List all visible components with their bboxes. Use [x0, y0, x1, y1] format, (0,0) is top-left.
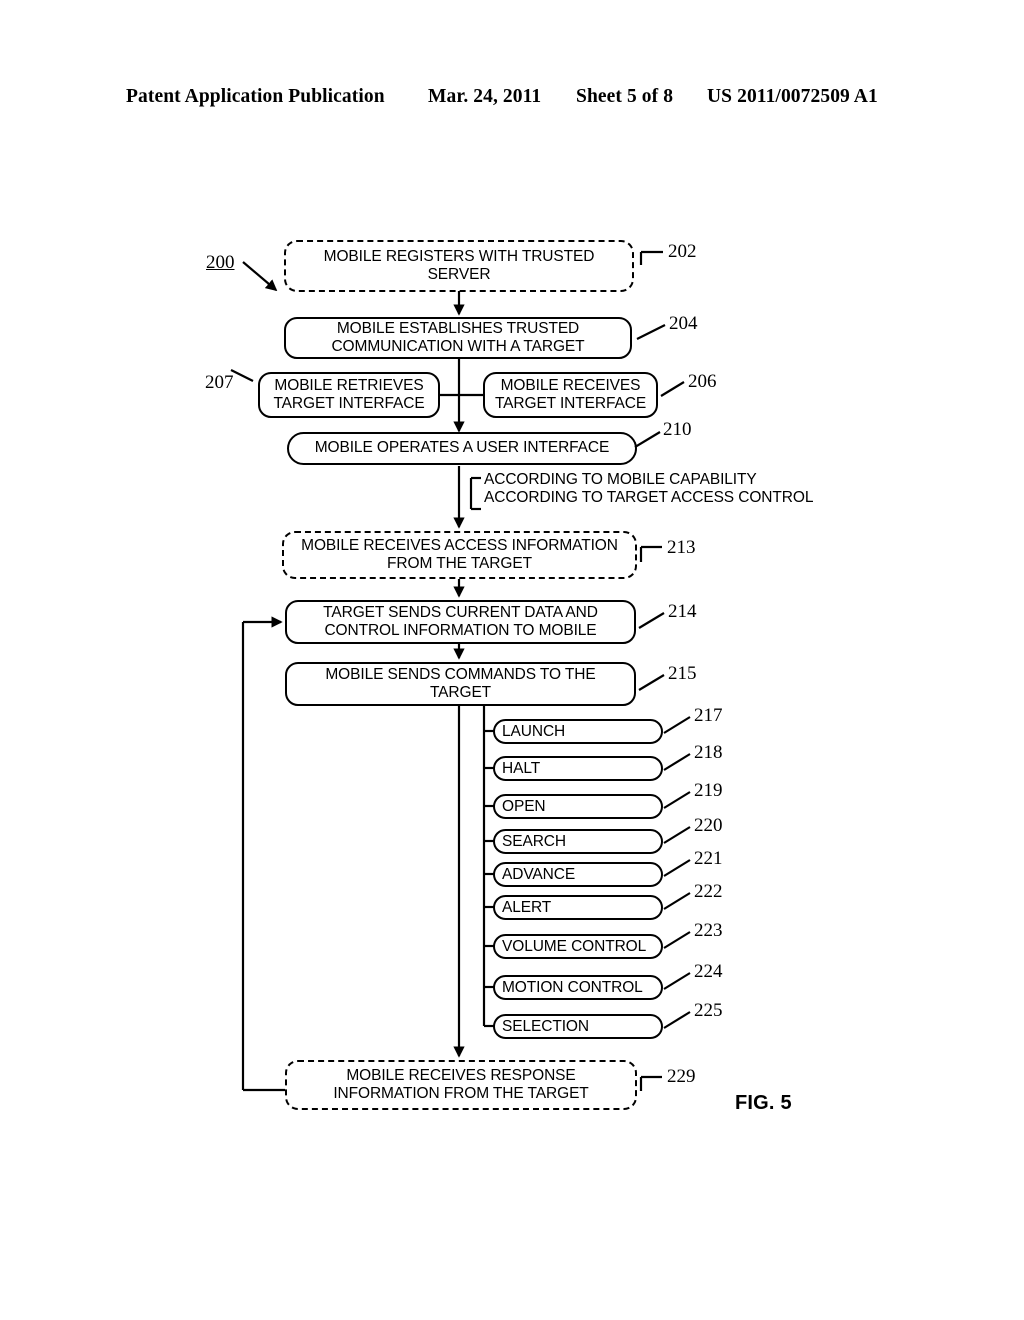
command-ref-220: 220: [694, 815, 723, 836]
command-ref-222: 222: [694, 881, 723, 902]
flow-ref-214: 214: [668, 601, 697, 622]
command-ref-219: 219: [694, 780, 723, 801]
figure-caption: FIG. 5: [735, 1092, 792, 1114]
command-ref-218: 218: [694, 742, 723, 763]
command-ref-221: 221: [694, 848, 723, 869]
command-pill-advance-label: ADVANCE: [502, 865, 576, 883]
flow-node-214: TARGET SENDS CURRENT DATA AND CONTROL IN…: [285, 600, 636, 644]
annotation-target-access-control: ACCORDING TO TARGET ACCESS CONTROL: [484, 489, 814, 506]
flow-node-210-label: MOBILE OPERATES A USER INTERFACE: [314, 439, 610, 457]
command-pill-alert-label: ALERT: [502, 898, 552, 916]
flow-ref-202: 202: [668, 241, 697, 262]
flow-node-202: MOBILE REGISTERS WITH TRUSTED SERVER: [284, 240, 634, 292]
flow-node-213: MOBILE RECEIVES ACCESS INFORMATION FROM …: [282, 531, 637, 579]
flow-node-214-label: TARGET SENDS CURRENT DATA AND CONTROL IN…: [323, 603, 598, 640]
command-pill-halt: HALT: [493, 756, 663, 781]
flow-ref-207: 207: [205, 372, 234, 393]
flow-ref-213: 213: [667, 537, 696, 558]
command-pill-open-label: OPEN: [502, 797, 546, 815]
command-pill-launch: LAUNCH: [493, 719, 663, 744]
annotation-mobile-capability: ACCORDING TO MOBILE CAPABILITY: [484, 471, 757, 488]
command-pill-selection-label: SELECTION: [502, 1017, 589, 1035]
flow-node-204-label: MOBILE ESTABLISHES TRUSTED COMMUNICATION…: [331, 319, 585, 356]
flow-ref-210: 210: [663, 419, 692, 440]
flow-node-229: MOBILE RECEIVES RESPONSE INFORMATION FRO…: [285, 1060, 637, 1110]
flowchart-connectors: [230, 250, 691, 1092]
flow-ref-206: 206: [688, 371, 717, 392]
flow-node-215: MOBILE SENDS COMMANDS TO THE TARGET: [285, 662, 636, 706]
command-pill-halt-label: HALT: [502, 759, 541, 777]
figure-reference-200: 200: [206, 252, 235, 273]
command-pill-search: SEARCH: [493, 829, 663, 854]
command-pill-search-label: SEARCH: [502, 832, 566, 850]
flow-node-202-label: MOBILE REGISTERS WITH TRUSTED SERVER: [323, 247, 595, 284]
command-ref-225: 225: [694, 1000, 723, 1021]
command-pill-alert: ALERT: [493, 895, 663, 920]
command-pill-selection: SELECTION: [493, 1014, 663, 1039]
command-pill-motion-control-label: MOTION CONTROL: [502, 978, 643, 996]
command-pill-launch-label: LAUNCH: [502, 722, 566, 740]
command-ref-217: 217: [694, 705, 723, 726]
flow-node-207-label: MOBILE RETRIEVES TARGET INTERFACE: [273, 376, 425, 413]
flow-node-207: MOBILE RETRIEVES TARGET INTERFACE: [258, 372, 440, 418]
flow-node-210: MOBILE OPERATES A USER INTERFACE: [287, 432, 637, 465]
patent-figure-page: Patent Application Publication Mar. 24, …: [0, 0, 1024, 1320]
flow-node-206-label: MOBILE RECEIVES TARGET INTERFACE: [494, 376, 647, 413]
flowchart-figure: 200 MOBILE REGISTERS WITH TRUSTED SERVER…: [0, 0, 1024, 1320]
flow-node-206: MOBILE RECEIVES TARGET INTERFACE: [483, 372, 658, 418]
command-pill-motion-control: MOTION CONTROL: [493, 975, 663, 1000]
command-pill-advance: ADVANCE: [493, 862, 663, 887]
command-pill-volume-control-label: VOLUME CONTROL: [502, 937, 647, 955]
flow-node-204: MOBILE ESTABLISHES TRUSTED COMMUNICATION…: [284, 317, 632, 359]
flow-ref-204: 204: [669, 313, 698, 334]
command-ref-223: 223: [694, 920, 723, 941]
flow-node-229-label: MOBILE RECEIVES RESPONSE INFORMATION FRO…: [333, 1066, 589, 1103]
command-ref-224: 224: [694, 961, 723, 982]
command-pill-volume-control: VOLUME CONTROL: [493, 934, 663, 959]
flow-node-213-label: MOBILE RECEIVES ACCESS INFORMATION FROM …: [301, 536, 618, 573]
command-pill-open: OPEN: [493, 794, 663, 819]
flow-ref-215: 215: [668, 663, 697, 684]
flow-ref-229: 229: [667, 1066, 696, 1087]
flow-node-215-label: MOBILE SENDS COMMANDS TO THE TARGET: [325, 665, 596, 702]
